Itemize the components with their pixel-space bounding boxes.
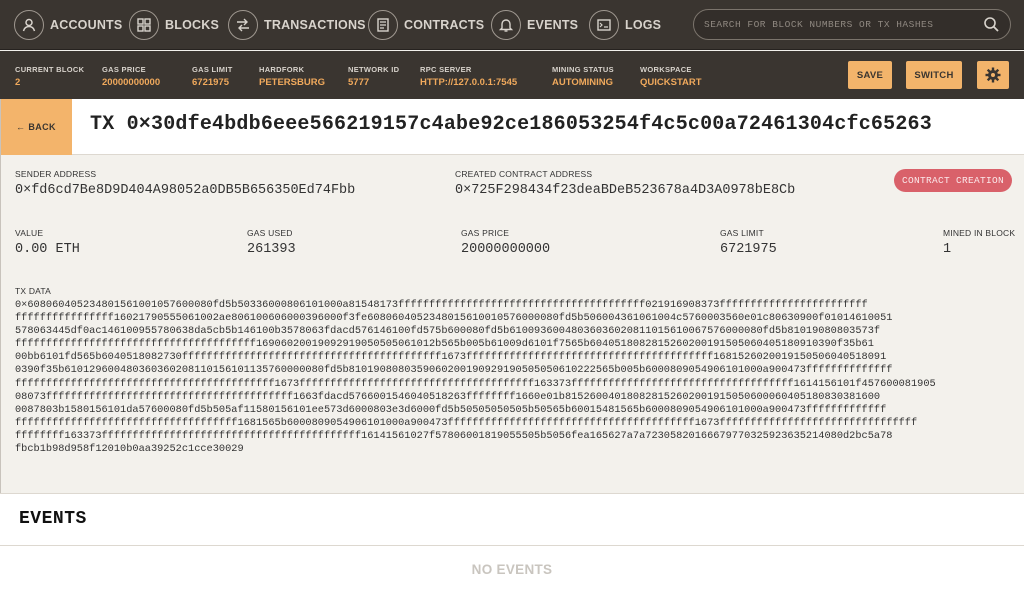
value: 0.00 ETH [15,242,80,257]
stat-current-block: CURRENT BLOCK 2 [15,65,84,88]
stat-label: CURRENT BLOCK [15,65,85,74]
value-label: VALUE [15,228,44,238]
tx-data-line: ffffffff163373ffffffffffffffffffffffffff… [15,429,893,442]
stat-gas-limit: GAS LIMIT 6721975 [192,65,233,88]
gas-price-label: GAS PRICE [461,228,510,238]
stat-workspace: WORKSPACE QUICKSTART [640,65,702,88]
stat-value: 6721975 [192,77,229,88]
accounts-icon [14,10,44,40]
status-bar: CURRENT BLOCK 2 GAS PRICE 20000000000 GA… [0,51,1024,99]
nav-logs[interactable]: LOGS [589,9,661,41]
search-box [693,9,1011,40]
nav-contracts-label: CONTRACTS [404,18,485,32]
tx-data-line: 00bb6101fd565b6040518082730fffffffffffff… [15,351,887,364]
nav-accounts[interactable]: ACCOUNTS [14,9,122,41]
tx-data-line: fbcb1b98d958f12010b0aa39252c1cce30029 [15,443,244,456]
tx-data-line: 0390f35b61012960048036036020811015610113… [15,364,893,377]
top-navigation: ACCOUNTS BLOCKS TRANSACTIONS CONTRACTS E… [0,0,1024,50]
transactions-icon [228,10,258,40]
tx-data-line: ffffffffffffffffffffffffffffffffffff1681… [15,416,918,429]
tx-data: 0×608060405234801561001057600080fd5b5033… [15,299,1013,456]
nav-events-label: EVENTS [527,18,579,32]
stat-label: GAS LIMIT [192,65,233,74]
gear-icon [985,67,1001,83]
tx-hash-title: TX 0×30dfe4bdb6eee566219157c4abe92ce1860… [90,113,932,136]
tx-data-line: 578063445df0ac146100955780638da5cb5b1461… [15,325,881,338]
nav-events[interactable]: EVENTS [491,9,578,41]
nav-transactions[interactable]: TRANSACTIONS [228,9,366,41]
created-contract-label: CREATED CONTRACT ADDRESS [455,169,593,179]
nav-accounts-label: ACCOUNTS [50,18,123,32]
tx-data-label: TX DATA [15,286,52,296]
stat-label: RPC SERVER [420,65,472,74]
stat-label: MINING STATUS [552,65,614,74]
sender-address-label: SENDER ADDRESS [15,169,97,179]
contracts-icon [368,10,398,40]
nav-logs-label: LOGS [625,18,662,32]
stat-value: 2 [15,77,21,88]
stat-value: PETERSBURG [259,77,325,88]
stat-value: HTTP://127.0.0.1:7545 [420,77,518,88]
stat-label: WORKSPACE [640,65,692,74]
nav-blocks[interactable]: BLOCKS [129,9,219,41]
tx-data-line: ffffffffffffffff16021790555061002ae80610… [15,312,893,325]
nav-contracts[interactable]: CONTRACTS [368,9,484,41]
tx-data-line: 0×608060405234801561001057600080fd5b5033… [15,299,868,311]
logs-icon [589,10,619,40]
events-list: NO EVENTS [0,546,1024,601]
stat-label: NETWORK ID [348,65,400,74]
tx-data-line: 08073fffffffffffffffffffffffffffffffffff… [15,390,881,403]
gas-limit-label: GAS LIMIT [720,228,764,238]
gas-used-label: GAS USED [247,228,293,238]
sender-address: 0×fd6cd7Be8D9D404A98052a0DB5B656350Ed74F… [15,183,356,198]
nav-blocks-label: BLOCKS [165,18,219,32]
nav-transactions-label: TRANSACTIONS [264,18,366,32]
stat-network-id: NETWORK ID 5777 [348,65,399,88]
stat-value: AUTOMINING [552,77,614,88]
stat-value: 5777 [348,77,370,88]
events-header: EVENTS [0,494,1024,546]
search-icon[interactable] [983,16,1000,33]
created-contract-address: 0×725F298434f23deaBDeB523678a4D3A0978bE8… [455,183,796,198]
events-title: EVENTS [19,509,87,529]
contract-creation-badge: CONTRACT CREATION [894,169,1012,192]
gas-price: 20000000000 [461,242,551,257]
stat-value: 20000000000 [102,77,161,88]
back-button[interactable]: ← BACK [0,99,72,155]
settings-button[interactable] [977,61,1009,89]
gas-used: 261393 [247,242,296,257]
tx-data-line: ffffffffffffffffffffffffffffffffffffffff… [15,377,936,390]
save-button[interactable]: SAVE [848,61,892,89]
stat-gas-price: GAS PRICE 20000000000 [102,65,160,88]
stat-value: QUICKSTART [640,77,702,88]
tx-header: ← BACK TX 0×30dfe4bdb6eee566219157c4abe9… [0,99,1024,155]
blocks-icon [129,10,159,40]
search-input[interactable] [704,10,974,39]
gas-limit: 6721975 [720,242,777,257]
stat-rpc-server: RPC SERVER HTTP://127.0.0.1:7545 [420,65,517,88]
stat-label: HARDFORK [259,65,305,74]
bell-icon [491,10,521,40]
no-events-message: NO EVENTS [471,562,553,577]
stat-hardfork: HARDFORK PETERSBURG [259,65,325,88]
stat-mining-status: MINING STATUS AUTOMINING [552,65,614,88]
tx-data-line: fffffffffffffffffffffffffffffffffffffff1… [15,338,874,351]
switch-button[interactable]: SWITCH [906,61,962,89]
mined-in-block-label: MINED IN BLOCK [943,228,1016,238]
tx-data-line: 0087803b1580156101da57600080fd5b505af115… [15,403,887,416]
mined-in-block: 1 [943,242,952,257]
stat-label: GAS PRICE [102,65,146,74]
